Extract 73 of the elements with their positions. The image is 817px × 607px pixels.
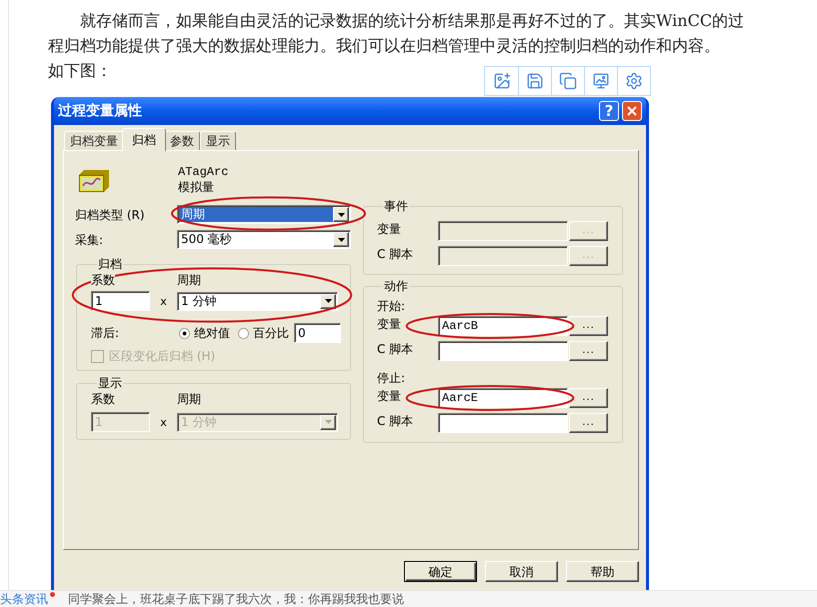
field-label: 归档类型 (R) [75, 206, 146, 224]
dropdown[interactable]: 周期 [177, 205, 351, 224]
article-paragraph: 就存储而言，如果能自由灵活的记录数据的统计分析结果那是再好不过的了。其实WinCC的过程归档功能提供了强大的数据处理能力。我们可以在归档管理中灵活的控制归档的动作和内容。 [48, 10, 746, 57]
close-button[interactable] [622, 101, 642, 121]
field-label: C 脚本 [377, 341, 414, 356]
settings-icon [625, 72, 643, 90]
multiply-sign: x [159, 294, 168, 308]
tab[interactable]: 参数 [164, 131, 200, 150]
dropdown-arrow-button[interactable] [320, 294, 336, 308]
news-source-link[interactable]: 头条资讯 [0, 592, 48, 606]
field-label: C 脚本 [377, 413, 414, 428]
input-field[interactable]: 1 [91, 291, 150, 311]
radio-button[interactable] [179, 328, 190, 338]
multiply-sign: x [159, 416, 168, 428]
tab[interactable]: 显示 [200, 131, 236, 150]
dropdown-value: 周期 [179, 207, 333, 222]
section-label: 停止: [377, 371, 406, 385]
dropdown-arrow-button[interactable] [333, 207, 349, 222]
group-title: 归档 [98, 257, 122, 271]
group-title: 动作 [384, 279, 408, 293]
input-field[interactable]: AarcB [438, 316, 568, 336]
group-title: 显示 [98, 376, 122, 390]
caret-icon [324, 420, 332, 424]
field-label: 系数 [91, 274, 115, 287]
window-title: 过程变量属性 [58, 102, 143, 120]
input-field[interactable]: AarcE [438, 388, 568, 408]
dropdown-value: 500 毫秒 [180, 232, 233, 247]
tab[interactable]: 归档变量 [64, 131, 124, 150]
input-field[interactable] [438, 341, 568, 361]
image-plus-icon [492, 72, 510, 90]
browse-button[interactable]: ... [569, 388, 608, 408]
radio-label: 百分比 [253, 325, 289, 342]
help-button[interactable]: ? [599, 101, 619, 121]
figure-caption: 如下图： [48, 60, 112, 82]
tag-type: 模拟量 [178, 180, 215, 195]
browse-button[interactable]: ... [569, 316, 608, 336]
copy-icon [559, 72, 577, 90]
dialog-button[interactable]: 取消 [485, 561, 558, 582]
group-title: 事件 [384, 199, 408, 213]
field-label: 变量 [377, 221, 402, 236]
caret-icon [338, 212, 344, 216]
field-label: 变量 [377, 316, 402, 331]
browse-button[interactable]: ... [569, 413, 608, 433]
tag-name: ATagArc [178, 165, 228, 180]
caret-icon [338, 238, 344, 242]
dropdown-arrow-button[interactable] [333, 232, 349, 247]
dropdown-value: 1 分钟 [180, 414, 218, 430]
field-label: 采集: [75, 232, 104, 248]
field-label: 周期 [177, 274, 201, 287]
archive-tag-icon [79, 170, 109, 192]
field-label: 变量 [377, 388, 402, 403]
field-label: C 脚本 [377, 246, 414, 261]
input-field[interactable] [438, 413, 568, 433]
dropdown-value: 1 分钟 [180, 294, 218, 308]
field-label: 滞后: [91, 325, 120, 342]
checkbox-label: 区段变化后归档 (H) [109, 350, 216, 363]
close-icon [627, 106, 637, 116]
monitor-picture-icon [592, 72, 610, 90]
input-field[interactable]: 0 [294, 323, 341, 343]
dropdown[interactable]: 500 毫秒 [177, 230, 351, 249]
dialog-button[interactable]: 确定 [404, 561, 477, 582]
section-label: 开始: [377, 299, 406, 313]
tab[interactable]: 归档 [122, 128, 166, 151]
field-label: 系数 [91, 393, 116, 406]
field-label: 周期 [177, 393, 201, 406]
caret-icon [324, 299, 332, 303]
save-icon [526, 72, 544, 90]
dropdown[interactable]: 1 分钟 [177, 292, 338, 310]
radio-label: 绝对值 [194, 325, 230, 342]
news-headline-link[interactable]: 同学聚会上，班花桌子底下踢了我六次，我：你再踢我我也要说 [68, 592, 404, 606]
browse-button[interactable]: ... [569, 341, 608, 361]
radio-button[interactable] [238, 328, 249, 338]
dialog-button[interactable]: 帮助 [566, 561, 639, 582]
